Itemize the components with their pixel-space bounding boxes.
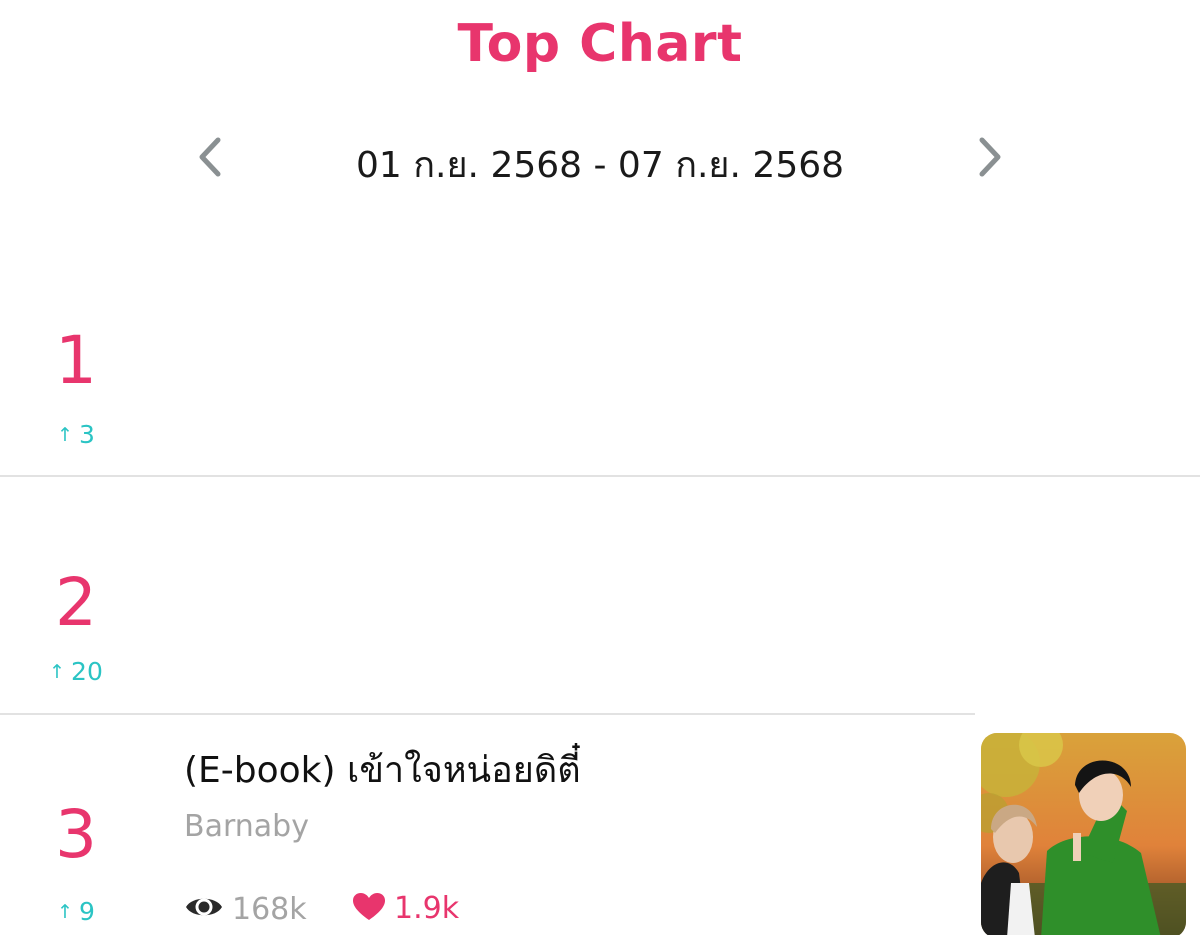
- heart-icon: [353, 893, 385, 920]
- rank-change: ↑ 3: [20, 422, 132, 447]
- likes-count: 1.9k: [394, 891, 460, 926]
- page-title: Top Chart: [457, 14, 743, 74]
- chevron-left-icon[interactable]: [190, 134, 230, 180]
- rank-change-value: 9: [79, 897, 95, 926]
- date-range-label: 01 ก.ย. 2568 - 07 ก.ย. 2568: [355, 145, 845, 186]
- chart-item[interactable]: 3 ↑ 9 (E-book) เข้าใจหน่อยดิตี๋ Barnaby 1…: [0, 717, 1200, 935]
- rank-number: 2: [55, 564, 97, 641]
- divider: [0, 475, 1200, 477]
- book-cover-image[interactable]: [981, 733, 1186, 935]
- arrow-up-icon: ↑: [57, 901, 73, 923]
- views-count: 168k: [232, 892, 307, 927]
- date-navigator: 01 ก.ย. 2568 - 07 ก.ย. 2568: [0, 130, 1200, 186]
- rank-change-value: 20: [71, 657, 103, 686]
- book-title[interactable]: (E-book) เข้าใจหน่อยดิตี๋: [184, 741, 581, 798]
- rank-number: 1: [55, 322, 97, 399]
- arrow-up-icon: ↑: [49, 661, 66, 683]
- book-author[interactable]: Barnaby: [184, 809, 309, 844]
- arrow-up-icon: ↑: [57, 424, 73, 446]
- rank-change: ↑ 9: [20, 899, 132, 924]
- rank-change-value: 3: [79, 420, 95, 449]
- chart-item[interactable]: 2 ↑ 20: [0, 478, 1200, 715]
- rank-change: ↑ 20: [20, 659, 132, 684]
- divider: [0, 713, 975, 715]
- views-stat: 168k: [184, 891, 307, 931]
- rank-number: 3: [55, 796, 97, 873]
- eye-icon: [186, 898, 222, 916]
- chart-item[interactable]: 1 ↑ 3: [0, 236, 1200, 476]
- chevron-right-icon[interactable]: [970, 134, 1010, 180]
- likes-stat: 1.9k: [352, 891, 459, 931]
